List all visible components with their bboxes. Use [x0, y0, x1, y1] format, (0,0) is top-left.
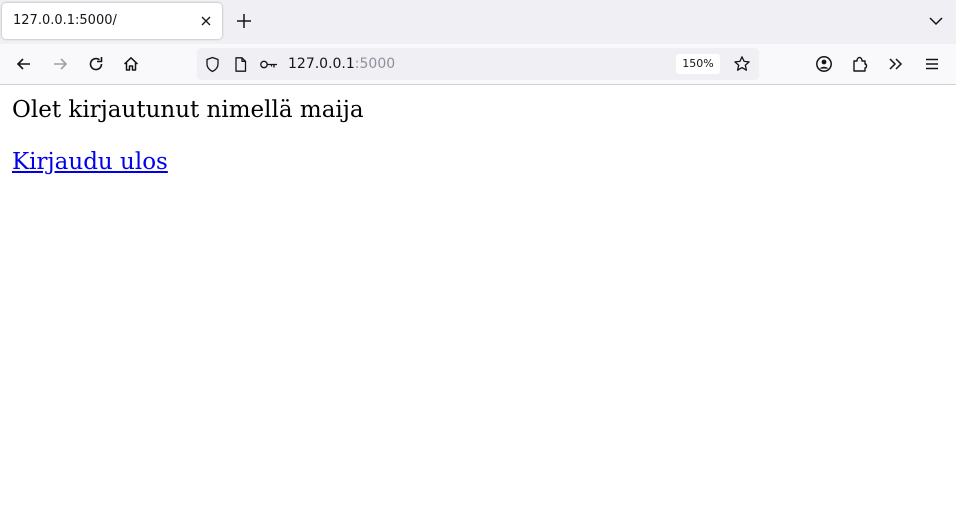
home-icon[interactable]: [119, 52, 143, 76]
page-icon[interactable]: [232, 56, 249, 73]
account-icon[interactable]: [812, 52, 836, 76]
plus-icon[interactable]: [233, 10, 255, 32]
logout-link[interactable]: Kirjaudu ulos: [12, 149, 168, 175]
url-port: :5000: [354, 56, 396, 72]
page-content: Olet kirjautunut nimellä maija Kirjaudu …: [0, 85, 956, 510]
url-text: 127.0.0.1:5000: [288, 56, 395, 72]
arrow-right-icon[interactable]: [48, 52, 72, 76]
tab-title: 127.0.0.1:5000/: [13, 13, 117, 28]
puzzle-icon[interactable]: [848, 52, 872, 76]
url-host: 127.0.0.1: [288, 56, 355, 72]
arrow-left-icon[interactable]: [12, 52, 36, 76]
star-icon[interactable]: [733, 55, 751, 73]
close-icon[interactable]: [197, 12, 215, 30]
reload-icon[interactable]: [84, 52, 108, 76]
url-bar[interactable]: 127.0.0.1:5000 150%: [197, 48, 759, 80]
active-tab[interactable]: 127.0.0.1:5000/: [2, 3, 222, 39]
zoom-level-button[interactable]: 150%: [676, 54, 720, 74]
navigation-toolbar: 127.0.0.1:5000 150%: [0, 44, 956, 85]
hamburger-menu-icon[interactable]: [920, 52, 944, 76]
tab-bar: 127.0.0.1:5000/: [0, 0, 956, 44]
chevron-down-icon[interactable]: [926, 11, 946, 31]
login-status-text: Olet kirjautunut nimellä maija: [12, 97, 364, 123]
double-chevron-icon[interactable]: [884, 52, 908, 76]
key-icon[interactable]: [259, 56, 279, 73]
shield-icon[interactable]: [204, 56, 221, 73]
